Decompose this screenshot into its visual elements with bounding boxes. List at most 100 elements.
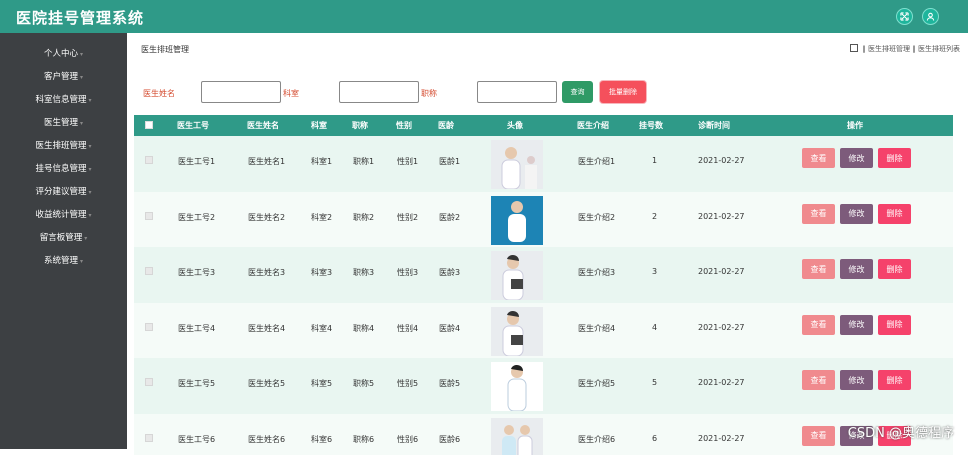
sidebar: 个人中心▾ 客户管理▾ 科室信息管理▾ 医生管理▾ 医生排班管理▾ 挂号信息管理… [0, 33, 127, 449]
cell-age: 医龄4 [439, 323, 460, 334]
row-checkbox[interactable] [145, 267, 153, 275]
batch-delete-button[interactable]: 批量删除 [600, 81, 646, 103]
sidebar-item-departments[interactable]: 科室信息管理▾ [0, 89, 127, 112]
sidebar-item-doctors[interactable]: 医生管理▾ [0, 112, 127, 135]
sidebar-item-registrations[interactable]: 挂号信息管理▾ [0, 158, 127, 181]
edit-button[interactable]: 修改 [840, 259, 873, 279]
doctor-avatar-image [491, 362, 543, 411]
cell-gender: 性别1 [397, 156, 418, 167]
delete-button[interactable]: 删除 [878, 315, 911, 335]
doctor-avatar-image [491, 418, 543, 455]
cell-count: 2 [652, 212, 657, 221]
col-age[interactable]: 医龄 [438, 120, 454, 131]
cell-doctor-name: 医生姓名2 [248, 212, 285, 223]
cell-gender: 性别3 [397, 267, 418, 278]
sidebar-item-system[interactable]: 系统管理▾ [0, 250, 127, 273]
delete-button[interactable]: 删除 [878, 204, 911, 224]
sidebar-item-ratings[interactable]: 评分建议管理▾ [0, 181, 127, 204]
doctor-name-label: 医生姓名 [143, 88, 175, 99]
doctor-schedule-table: 医生工号 医生姓名 科室 职称 性别 医龄 头像 医生介绍 挂号数 诊断时间 操… [134, 115, 953, 455]
cell-count: 1 [652, 156, 657, 165]
row-checkbox[interactable] [145, 156, 153, 164]
cell-title: 职称2 [353, 212, 374, 223]
delete-button[interactable]: 删除 [878, 370, 911, 390]
view-button[interactable]: 查看 [802, 259, 835, 279]
cell-intro: 医生介绍4 [578, 323, 615, 334]
doctor-avatar-image [491, 307, 543, 356]
table-row: 医生工号3 医生姓名3 科室3 职称3 性别3 医龄3 医生介绍3 3 2021… [134, 247, 953, 303]
sidebar-item-label: 系统管理 [44, 256, 78, 266]
cell-date: 2021-02-27 [698, 378, 745, 387]
sidebar-item-messages[interactable]: 留言板管理▾ [0, 227, 127, 250]
cell-title: 职称1 [353, 156, 374, 167]
breadcrumb-parent[interactable]: 医生排班管理 [868, 45, 910, 53]
edit-button[interactable]: 修改 [840, 315, 873, 335]
sidebar-item-scheduling[interactable]: 医生排班管理▾ [0, 135, 127, 158]
view-button[interactable]: 查看 [802, 370, 835, 390]
row-checkbox[interactable] [145, 378, 153, 386]
sidebar-item-personal-center[interactable]: 个人中心▾ [0, 43, 127, 66]
doctor-avatar-image [491, 140, 543, 189]
cell-gender: 性别2 [397, 212, 418, 223]
cell-department: 科室1 [311, 156, 332, 167]
fullscreen-icon[interactable] [896, 8, 913, 25]
app-title: 医院挂号管理系统 [16, 7, 144, 28]
delete-button[interactable]: 删除 [878, 259, 911, 279]
cell-date: 2021-02-27 [698, 156, 745, 165]
doctor-name-input[interactable] [201, 81, 281, 103]
cell-department: 科室6 [311, 434, 332, 445]
cell-date: 2021-02-27 [698, 267, 745, 276]
chevron-down-icon: ▾ [89, 189, 92, 196]
cell-gender: 性别5 [397, 378, 418, 389]
home-icon[interactable] [850, 44, 858, 52]
cell-gender: 性别4 [397, 323, 418, 334]
col-gender[interactable]: 性别 [396, 120, 412, 131]
view-button[interactable]: 查看 [802, 315, 835, 335]
chevron-down-icon: ▾ [89, 166, 92, 173]
chevron-down-icon: ▾ [89, 143, 92, 150]
doctor-avatar-image [491, 196, 543, 245]
edit-button[interactable]: 修改 [840, 148, 873, 168]
chevron-down-icon: ▾ [84, 235, 87, 242]
cell-count: 5 [652, 378, 657, 387]
col-count[interactable]: 挂号数 [639, 120, 663, 131]
sidebar-item-label: 留言板管理 [40, 233, 83, 243]
cell-age: 医龄6 [439, 434, 460, 445]
cell-department: 科室2 [311, 212, 332, 223]
cell-department: 科室3 [311, 267, 332, 278]
chevron-down-icon: ▾ [89, 212, 92, 219]
cell-age: 医龄2 [439, 212, 460, 223]
col-date[interactable]: 诊断时间 [698, 120, 730, 131]
title-label: 职称 [421, 88, 437, 99]
edit-button[interactable]: 修改 [840, 370, 873, 390]
user-icon[interactable] [922, 8, 939, 25]
col-title[interactable]: 职称 [352, 120, 368, 131]
sidebar-item-revenue[interactable]: 收益统计管理▾ [0, 204, 127, 227]
cell-intro: 医生介绍6 [578, 434, 615, 445]
col-intro[interactable]: 医生介绍 [577, 120, 609, 131]
delete-button[interactable]: 删除 [878, 148, 911, 168]
col-department[interactable]: 科室 [311, 120, 327, 131]
view-button[interactable]: 查看 [802, 426, 835, 446]
select-all-checkbox[interactable] [145, 121, 153, 129]
view-button[interactable]: 查看 [802, 148, 835, 168]
col-doctor-id[interactable]: 医生工号 [177, 120, 209, 131]
sidebar-item-customers[interactable]: 客户管理▾ [0, 66, 127, 89]
row-checkbox[interactable] [145, 323, 153, 331]
row-checkbox[interactable] [145, 212, 153, 220]
main-content: 医生排班管理 ‖ 医生排班管理 ‖ 医生排班列表 医生姓名 科室 职称 查询 批… [127, 33, 968, 449]
table-body: 医生工号1 医生姓名1 科室1 职称1 性别1 医龄1 医生介绍1 1 2021… [134, 136, 953, 455]
table-row: 医生工号5 医生姓名5 科室5 职称5 性别5 医龄5 医生介绍5 5 2021… [134, 358, 953, 414]
cell-title: 职称5 [353, 378, 374, 389]
search-button[interactable]: 查询 [562, 81, 593, 103]
edit-button[interactable]: 修改 [840, 204, 873, 224]
col-doctor-name[interactable]: 医生姓名 [247, 120, 279, 131]
cell-date: 2021-02-27 [698, 212, 745, 221]
view-button[interactable]: 查看 [802, 204, 835, 224]
chevron-down-icon: ▾ [80, 51, 83, 58]
col-avatar: 头像 [507, 120, 523, 131]
row-checkbox[interactable] [145, 434, 153, 442]
cell-date: 2021-02-27 [698, 434, 745, 443]
department-input[interactable] [339, 81, 419, 103]
title-input[interactable] [477, 81, 557, 103]
